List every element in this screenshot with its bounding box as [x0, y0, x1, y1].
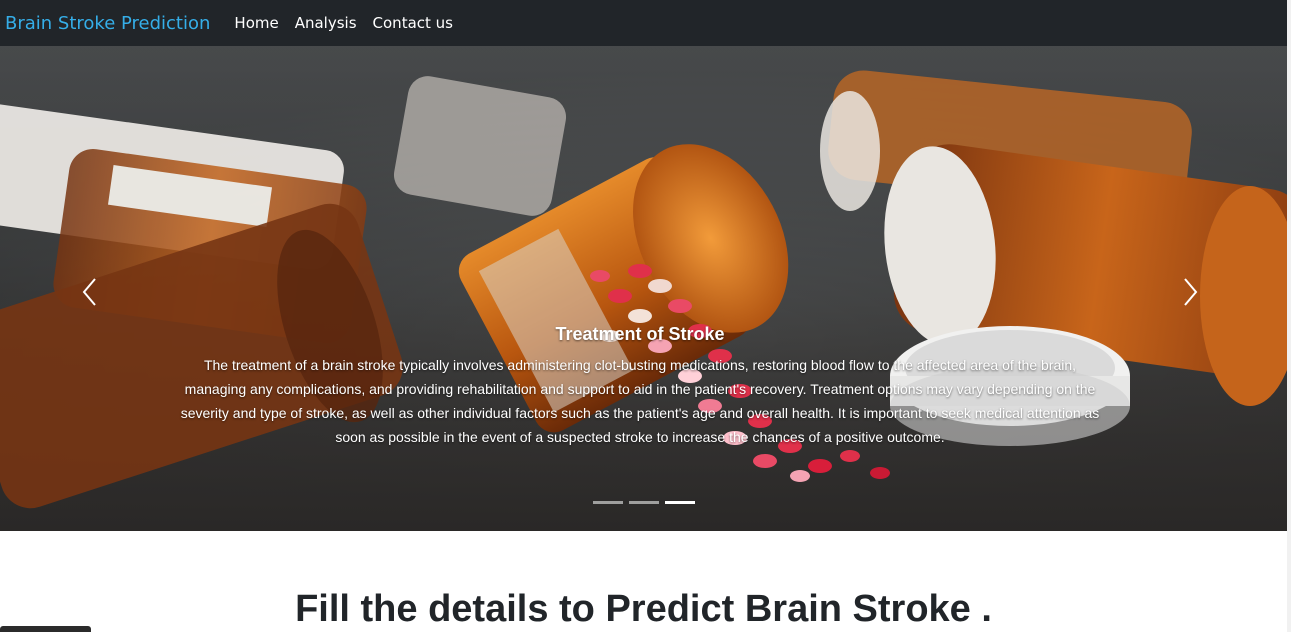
carousel-indicator-2[interactable] [628, 501, 659, 504]
form-heading-suffix: . [970, 588, 992, 630]
carousel-indicator-3[interactable] [664, 501, 695, 504]
chevron-left-icon [82, 278, 96, 306]
slide-title: Treatment of Stroke [555, 324, 725, 344]
bottom-left-widget[interactable] [0, 626, 91, 632]
form-heading-prefix: Fill the details to [295, 588, 606, 630]
slide-text: The treatment of a brain stroke typicall… [180, 357, 1100, 445]
form-heading-emphasis: Predict Brain Stroke [605, 588, 971, 630]
carousel-indicators [0, 501, 1287, 504]
chevron-right-icon [1184, 278, 1198, 306]
carousel-prev-button[interactable] [70, 272, 110, 312]
carousel-next-button[interactable] [1170, 272, 1210, 312]
carousel-indicator-1[interactable] [592, 501, 623, 504]
carousel-slide-image [0, 70, 1287, 531]
top-navbar: Brain Stroke Prediction Home Analysis Co… [0, 0, 1287, 46]
carousel-caption: Treatment of Stroke The treatment of a b… [180, 324, 1100, 449]
nav-link-contact[interactable]: Contact us [373, 14, 453, 32]
nav-link-home[interactable]: Home [234, 14, 278, 32]
hero-carousel: Treatment of Stroke The treatment of a b… [0, 46, 1287, 531]
form-heading: Fill the details to Predict Brain Stroke… [0, 588, 1287, 631]
brand-link[interactable]: Brain Stroke Prediction [5, 13, 210, 34]
page-scrollbar[interactable] [1287, 0, 1291, 632]
nav-link-analysis[interactable]: Analysis [295, 14, 357, 32]
